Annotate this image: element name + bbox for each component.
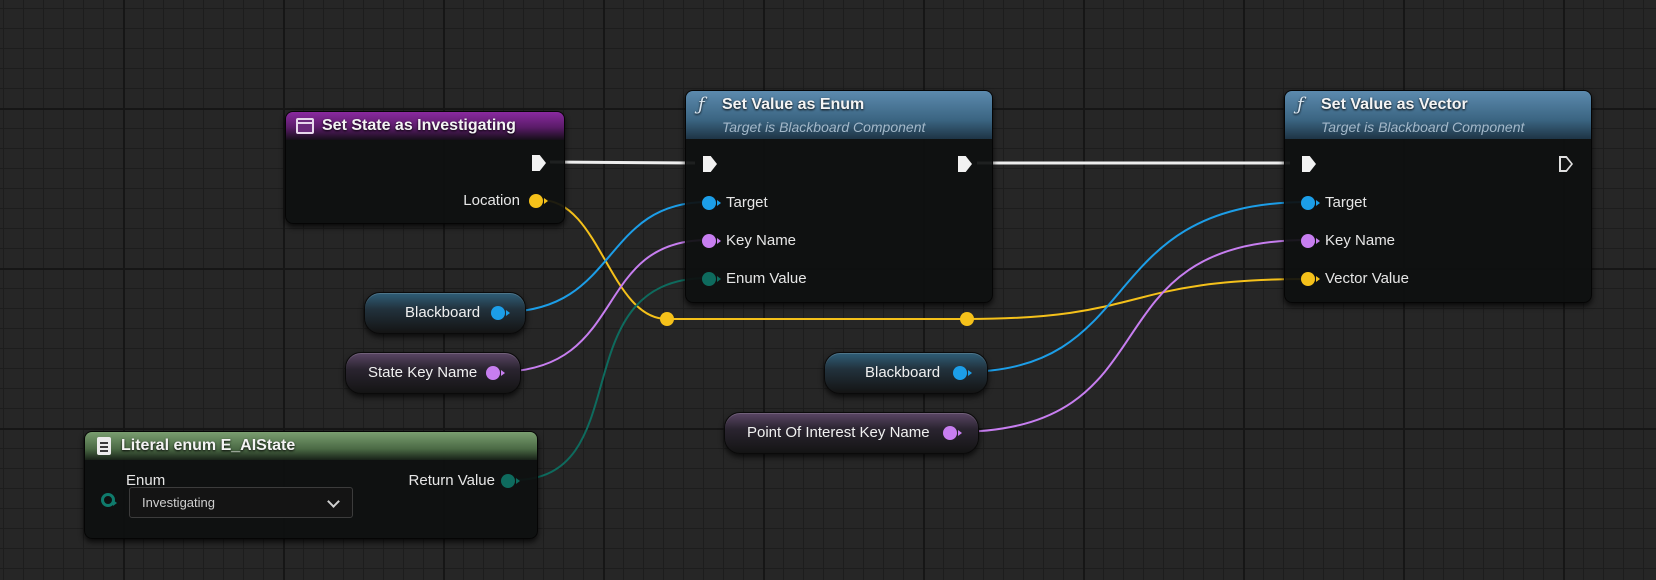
blackboard-variable-node[interactable]: Blackboard xyxy=(364,292,526,334)
exec-in-pin[interactable] xyxy=(1302,156,1316,172)
return-value-label: Return Value xyxy=(408,472,495,489)
enum-dropdown[interactable]: Investigating xyxy=(129,487,353,518)
event-title: Set State as Investigating xyxy=(322,117,516,134)
literal-enum-title: Literal enum E_AIState xyxy=(121,437,296,454)
literal-enum-node[interactable]: Literal enum E_AIState Enum Return Value… xyxy=(84,431,538,539)
key-name-pin[interactable] xyxy=(702,234,721,248)
enum-value-label: Enum Value xyxy=(726,270,807,287)
set-enum-header[interactable]: ƒ Set Value as Enum Target is Blackboard… xyxy=(686,91,992,139)
literal-icon xyxy=(97,437,111,455)
key-name-label: Key Name xyxy=(726,232,797,249)
vector-value-label: Vector Value xyxy=(1325,270,1409,287)
chevron-down-icon xyxy=(327,495,340,508)
function-icon: ƒ xyxy=(698,94,705,115)
set-vector-subtitle: Target is Blackboard Component xyxy=(1321,119,1525,135)
state-key-name-variable-node[interactable]: State Key Name xyxy=(345,352,521,394)
exec-out-pin[interactable] xyxy=(1559,156,1573,172)
enum-selected-value: Investigating xyxy=(142,495,215,510)
enum-wire[interactable] xyxy=(513,277,709,481)
state-key-name-out-pin[interactable] xyxy=(486,366,505,380)
exec-wire[interactable] xyxy=(549,160,696,165)
object-wire[interactable] xyxy=(961,201,1310,373)
return-value-pin[interactable] xyxy=(501,474,520,488)
blackboard-variable-node[interactable]: Blackboard xyxy=(824,352,988,394)
key-name-pin[interactable] xyxy=(1301,234,1320,248)
name-wire[interactable] xyxy=(496,239,709,373)
reroute-knot[interactable] xyxy=(960,312,974,326)
event-node[interactable]: Set State as Investigating Location xyxy=(285,111,565,224)
blackboard-out-pin[interactable] xyxy=(491,306,510,320)
set-value-as-enum-node[interactable]: ƒ Set Value as Enum Target is Blackboard… xyxy=(685,90,993,303)
blackboard-label: Blackboard xyxy=(405,304,481,321)
reroute-knot[interactable] xyxy=(660,312,674,326)
poi-key-name-variable-node[interactable]: Point Of Interest Key Name xyxy=(724,412,979,454)
event-icon xyxy=(296,118,314,134)
location-pin[interactable] xyxy=(529,194,548,208)
exec-out-pin[interactable] xyxy=(958,156,972,172)
set-enum-subtitle: Target is Blackboard Component xyxy=(722,119,926,135)
target-pin[interactable] xyxy=(1301,196,1320,210)
poi-key-name-out-pin[interactable] xyxy=(943,426,962,440)
blackboard-label: Blackboard xyxy=(865,364,941,381)
poi-key-name-label: Point Of Interest Key Name xyxy=(747,424,930,441)
target-label: Target xyxy=(726,194,768,211)
enum-in-pin[interactable] xyxy=(101,493,117,507)
function-icon: ƒ xyxy=(1297,94,1304,115)
vector-wire[interactable] xyxy=(966,278,1310,320)
blackboard-out-pin[interactable] xyxy=(953,366,972,380)
set-vector-header[interactable]: ƒ Set Value as Vector Target is Blackboa… xyxy=(1285,91,1591,139)
target-pin[interactable] xyxy=(702,196,721,210)
vector-value-pin[interactable] xyxy=(1301,272,1320,286)
set-value-as-vector-node[interactable]: ƒ Set Value as Vector Target is Blackboa… xyxy=(1284,90,1592,303)
state-key-name-label: State Key Name xyxy=(368,364,478,381)
exec-out-pin[interactable] xyxy=(532,155,546,171)
event-header[interactable]: Set State as Investigating xyxy=(286,112,564,140)
literal-enum-header[interactable]: Literal enum E_AIState xyxy=(85,432,537,460)
enum-value-pin[interactable] xyxy=(702,272,721,286)
target-label: Target xyxy=(1325,194,1367,211)
name-wire[interactable] xyxy=(953,239,1310,433)
key-name-label: Key Name xyxy=(1325,232,1396,249)
location-label: Location xyxy=(463,192,520,209)
exec-in-pin[interactable] xyxy=(703,156,717,172)
